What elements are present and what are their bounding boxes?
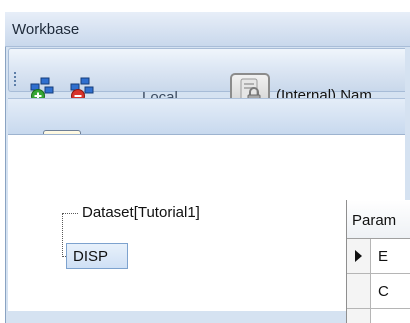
import-toolbar bbox=[8, 98, 405, 134]
tree-node-disp[interactable]: DISP bbox=[66, 243, 128, 269]
tree-connector bbox=[62, 213, 63, 257]
window-title: Workbase bbox=[12, 21, 80, 38]
tree-node-dataset[interactable]: Dataset[Tutorial1] bbox=[82, 204, 200, 221]
window-titlebar[interactable]: Workbase bbox=[5, 12, 410, 47]
grid-cell[interactable]: E bbox=[371, 239, 410, 274]
grid-row-header[interactable] bbox=[347, 239, 371, 274]
current-row-indicator-icon bbox=[355, 250, 362, 262]
grid-column-header[interactable]: Param bbox=[347, 200, 410, 239]
tree-connector-root bbox=[62, 213, 78, 214]
grid-cell[interactable]: C bbox=[371, 274, 410, 309]
tree-node-disp-label: DISP bbox=[73, 248, 109, 265]
grid-row-header[interactable] bbox=[347, 274, 371, 309]
grid-row-header[interactable] bbox=[347, 309, 371, 323]
toolbar-grip[interactable] bbox=[14, 72, 17, 88]
parameter-grid: Param E C bbox=[346, 200, 410, 323]
